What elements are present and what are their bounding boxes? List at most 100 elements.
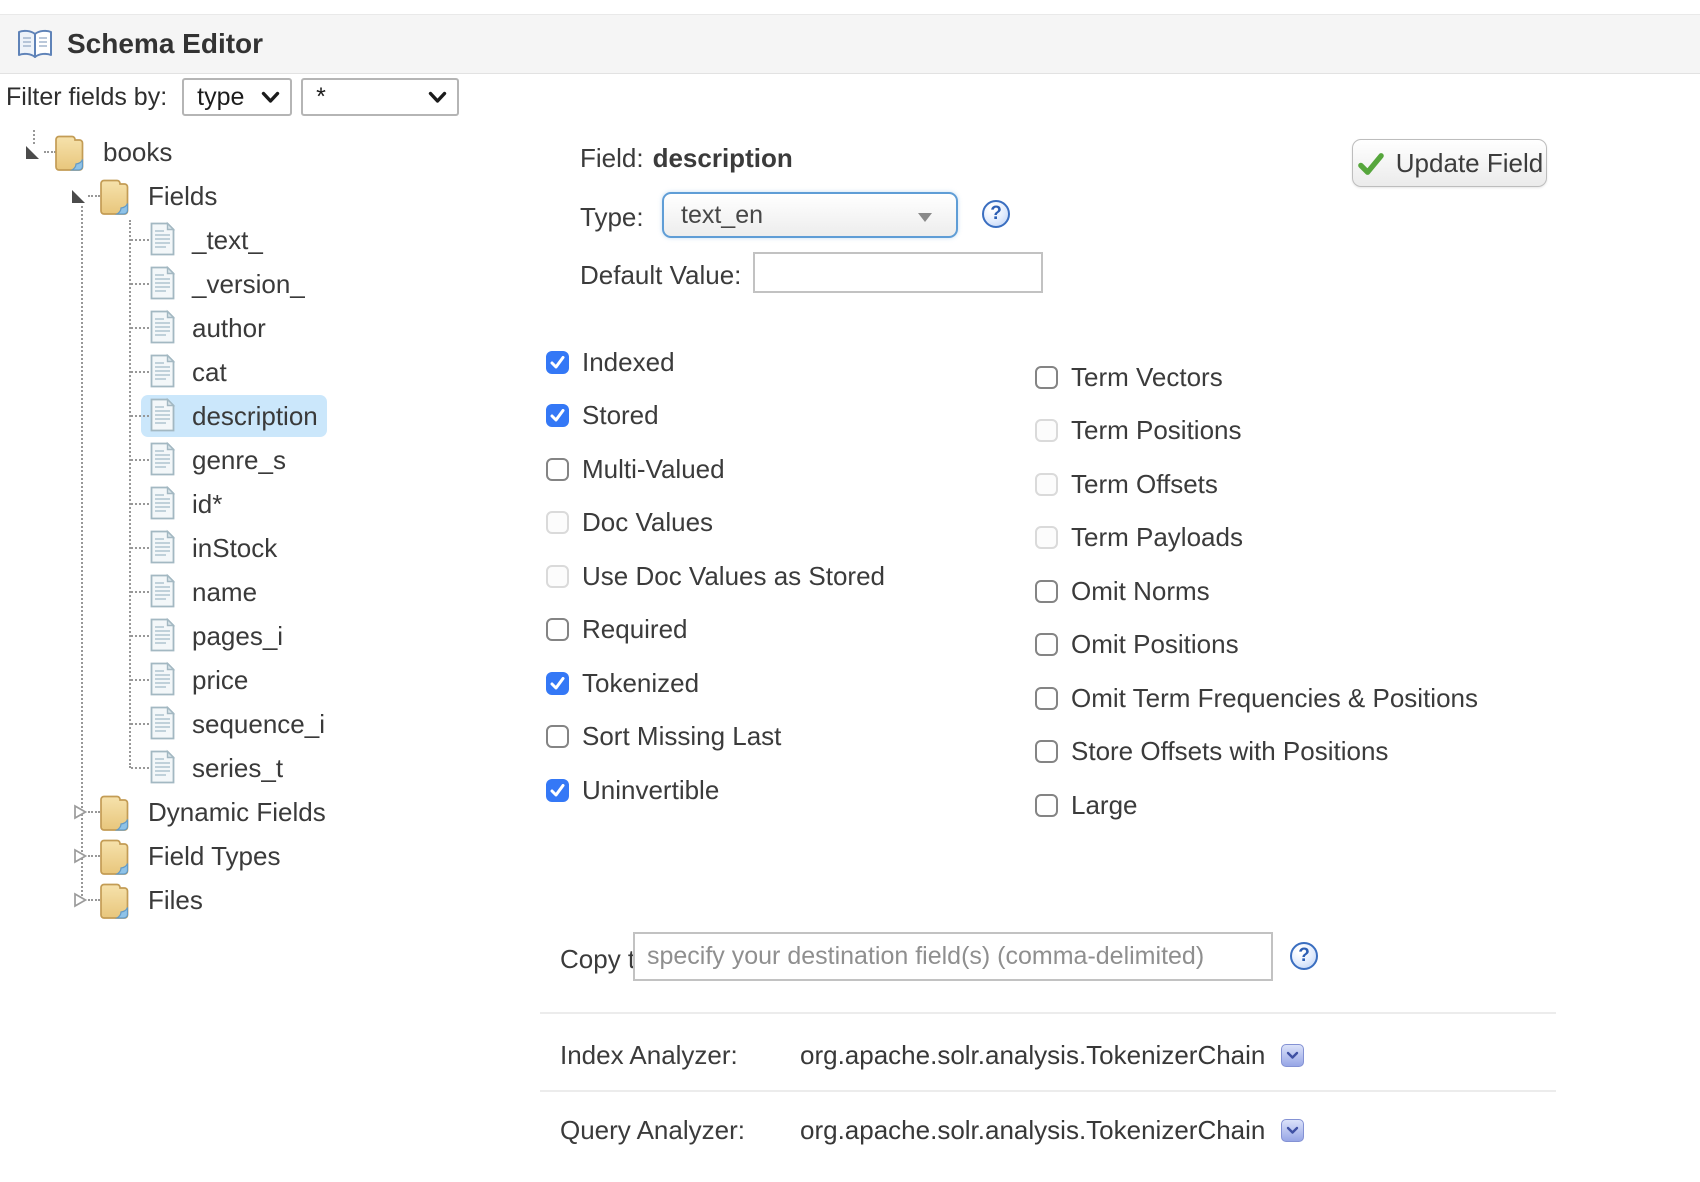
page-header: Schema Editor bbox=[0, 14, 1700, 74]
filter-by-select[interactable]: type bbox=[182, 78, 292, 116]
checkbox-term-payloads[interactable] bbox=[1035, 526, 1058, 549]
update-field-button[interactable]: Update Field bbox=[1352, 139, 1547, 187]
folder-icon bbox=[100, 177, 131, 215]
query-analyzer-label: Query Analyzer: bbox=[560, 1115, 800, 1146]
tree-item-label: id* bbox=[192, 482, 222, 526]
doc-icon bbox=[148, 705, 177, 741]
expand-analyzer-icon[interactable] bbox=[1281, 1119, 1304, 1142]
tree-connector bbox=[131, 547, 149, 549]
expand-icon[interactable] bbox=[72, 847, 88, 865]
tree-item-sequence-i[interactable]: sequence_i bbox=[0, 702, 520, 746]
checkbox-label: Term Vectors bbox=[1071, 362, 1223, 393]
copy-to-input[interactable] bbox=[633, 932, 1273, 981]
tree-connector bbox=[131, 459, 149, 461]
tree-item-label: inStock bbox=[192, 526, 277, 570]
doc-icon bbox=[148, 749, 177, 785]
tree-item-pages-i[interactable]: pages_i bbox=[0, 614, 520, 658]
checkbox-label: Omit Term Frequencies & Positions bbox=[1071, 683, 1478, 714]
index-analyzer-value: org.apache.solr.analysis.TokenizerChain bbox=[800, 1040, 1265, 1071]
flag-row-tokenized: Tokenized bbox=[546, 661, 699, 705]
checkbox-label: Term Positions bbox=[1071, 415, 1242, 446]
tree-connector bbox=[131, 635, 149, 637]
tree-item-dynamic-fields[interactable]: Dynamic Fields bbox=[0, 790, 520, 834]
checkbox-required[interactable] bbox=[546, 618, 569, 641]
checkbox-label: Indexed bbox=[582, 347, 675, 378]
type-help-icon[interactable] bbox=[982, 200, 1010, 228]
checkbox-doc-values[interactable] bbox=[546, 511, 569, 534]
tree-item-author[interactable]: author bbox=[0, 306, 520, 350]
default-value-label: Default Value: bbox=[580, 260, 741, 291]
filter-value-select[interactable]: * bbox=[301, 78, 459, 116]
tree-item-instock[interactable]: inStock bbox=[0, 526, 520, 570]
flag-row-use-doc-values-as-stored: Use Doc Values as Stored bbox=[546, 554, 885, 598]
flag-row-large: Large bbox=[1035, 783, 1138, 827]
checkbox-label: Uninvertible bbox=[582, 775, 719, 806]
tree-item-label: Dynamic Fields bbox=[148, 790, 326, 834]
checkbox-tokenized[interactable] bbox=[546, 672, 569, 695]
tree-item-price[interactable]: price bbox=[0, 658, 520, 702]
checkbox-uninvertible[interactable] bbox=[546, 779, 569, 802]
checkbox-omit-term-frequencies-positions[interactable] bbox=[1035, 687, 1058, 710]
checkbox-indexed[interactable] bbox=[546, 351, 569, 374]
tree-item-text[interactable]: _text_ bbox=[0, 218, 520, 262]
tree-item-name[interactable]: name bbox=[0, 570, 520, 614]
tree-connector bbox=[131, 503, 149, 505]
checkbox-term-offsets[interactable] bbox=[1035, 473, 1058, 496]
checkbox-multi-valued[interactable] bbox=[546, 458, 569, 481]
tree-connector bbox=[131, 767, 149, 769]
collapse-icon[interactable] bbox=[72, 190, 85, 203]
doc-icon bbox=[148, 573, 177, 609]
tree-item-description[interactable]: description bbox=[0, 394, 520, 438]
flag-row-term-vectors: Term Vectors bbox=[1035, 355, 1223, 399]
tree-item-label: books bbox=[103, 130, 172, 174]
filter-bar: Filter fields by: type * bbox=[6, 78, 459, 116]
checkbox-label: Stored bbox=[582, 400, 659, 431]
checkbox-use-doc-values-as-stored[interactable] bbox=[546, 565, 569, 588]
flag-row-omit-norms: Omit Norms bbox=[1035, 569, 1210, 613]
tree-item-label: _version_ bbox=[192, 262, 305, 306]
tree-item-series-t[interactable]: series_t bbox=[0, 746, 520, 790]
checkbox-label: Required bbox=[582, 614, 688, 645]
flag-row-term-payloads: Term Payloads bbox=[1035, 516, 1243, 560]
tree-item-fields[interactable]: Fields bbox=[0, 174, 520, 218]
tree-item-files[interactable]: Files bbox=[0, 878, 520, 922]
checkbox-stored[interactable] bbox=[546, 404, 569, 427]
tree-item-cat[interactable]: cat bbox=[0, 350, 520, 394]
checkbox-sort-missing-last[interactable] bbox=[546, 725, 569, 748]
chevron-down-icon bbox=[261, 91, 280, 104]
tree-item-version[interactable]: _version_ bbox=[0, 262, 520, 306]
checkbox-label: Multi-Valued bbox=[582, 454, 725, 485]
checkbox-label: Use Doc Values as Stored bbox=[582, 561, 885, 592]
copy-to-help-icon[interactable] bbox=[1290, 942, 1318, 970]
checkbox-omit-positions[interactable] bbox=[1035, 633, 1058, 656]
field-name: description bbox=[653, 143, 793, 173]
default-value-input[interactable] bbox=[753, 252, 1043, 293]
checkbox-omit-norms[interactable] bbox=[1035, 580, 1058, 603]
flag-row-omit-term-frequencies-positions: Omit Term Frequencies & Positions bbox=[1035, 676, 1478, 720]
tree-item-field-types[interactable]: Field Types bbox=[0, 834, 520, 878]
folder-icon bbox=[55, 133, 86, 171]
expand-icon[interactable] bbox=[72, 891, 88, 909]
tree-connector bbox=[131, 239, 149, 241]
checkbox-term-positions[interactable] bbox=[1035, 419, 1058, 442]
checkbox-term-vectors[interactable] bbox=[1035, 366, 1058, 389]
tree-connector bbox=[131, 415, 149, 417]
flag-row-multi-valued: Multi-Valued bbox=[546, 447, 725, 491]
divider bbox=[540, 1090, 1556, 1092]
expand-icon[interactable] bbox=[72, 803, 88, 821]
tree-item-genre-s[interactable]: genre_s bbox=[0, 438, 520, 482]
checkbox-large[interactable] bbox=[1035, 794, 1058, 817]
collapse-icon[interactable] bbox=[26, 146, 39, 159]
tree-connector bbox=[88, 811, 100, 813]
field-label: Field: bbox=[580, 143, 644, 173]
field-title: Field: description bbox=[580, 143, 793, 174]
tree-connector bbox=[131, 591, 149, 593]
tree-item-books[interactable]: books bbox=[0, 130, 520, 174]
checkbox-store-offsets-with-positions[interactable] bbox=[1035, 740, 1058, 763]
tree-item-id[interactable]: id* bbox=[0, 482, 520, 526]
tree-item-label: name bbox=[192, 570, 257, 614]
flag-row-indexed: Indexed bbox=[546, 340, 675, 384]
expand-analyzer-icon[interactable] bbox=[1281, 1044, 1304, 1067]
type-dropdown[interactable]: text_en bbox=[662, 192, 958, 238]
flag-row-term-positions: Term Positions bbox=[1035, 409, 1242, 453]
